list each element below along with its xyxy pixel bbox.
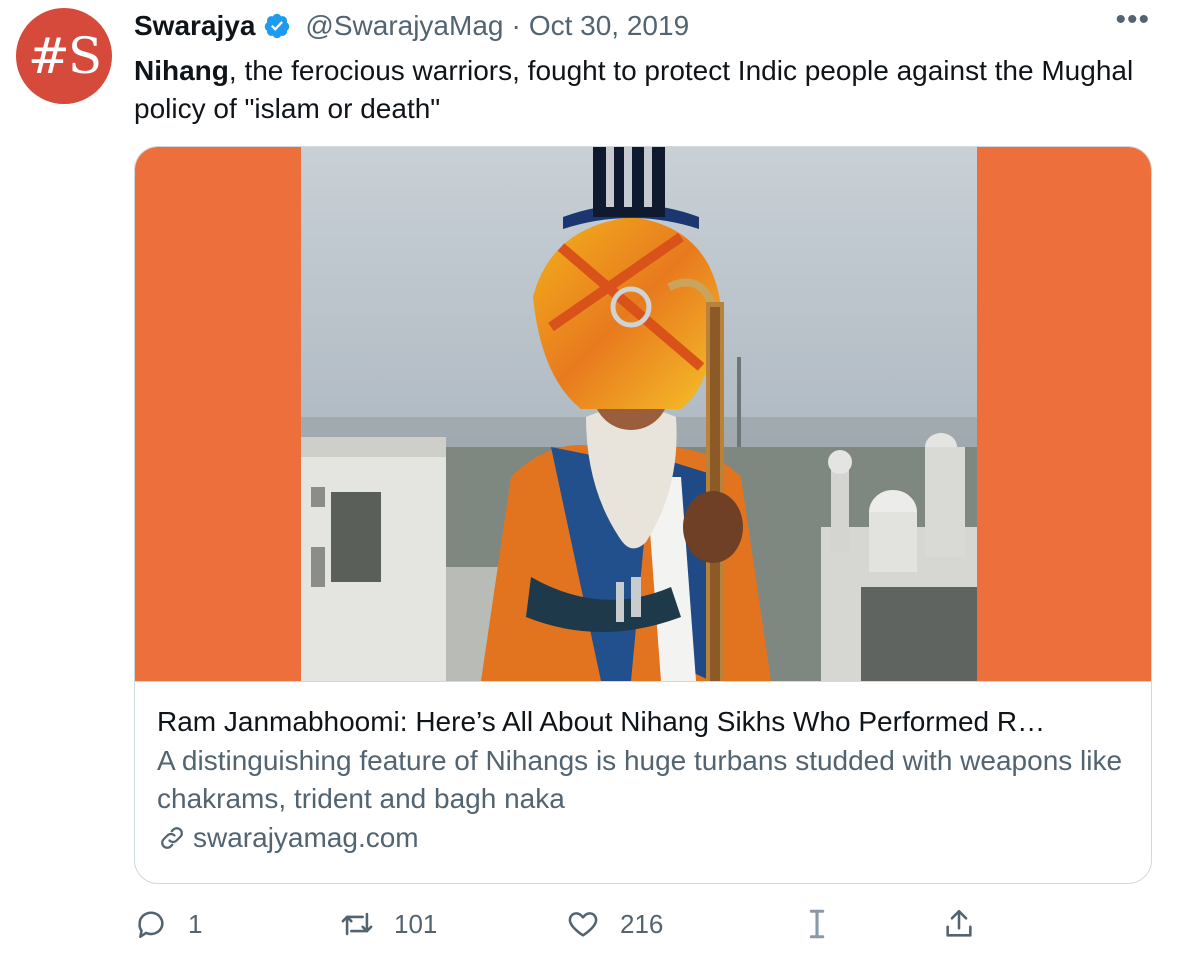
more-options-icon[interactable]: ••• <box>1115 5 1150 35</box>
card-description: A distinguishing feature of Nihangs is h… <box>157 745 1123 814</box>
avatar-logo-text: #S <box>27 27 102 85</box>
reply-icon <box>138 911 164 939</box>
like-button[interactable]: 216 <box>566 900 663 948</box>
card-photo <box>301 147 977 681</box>
card-title: Ram Janmabhoomi: Here’s All About Nihang… <box>157 706 1046 737</box>
reply-button[interactable]: 1 <box>134 900 202 948</box>
tweet-bold-word: Nihang <box>134 55 229 86</box>
share-button[interactable] <box>942 900 976 948</box>
link-icon <box>161 827 183 849</box>
header-separator: · <box>511 10 521 41</box>
tweet-header: Swarajya @SwarajyaMag · Oct 30, 2019 <box>134 8 689 44</box>
analytics-button[interactable] <box>800 900 834 948</box>
share-icon <box>946 909 972 937</box>
retweet-count: 101 <box>394 908 438 939</box>
card-media[interactable] <box>135 147 1151 681</box>
account-name[interactable]: Swarajya <box>134 10 255 42</box>
like-count: 216 <box>620 908 664 939</box>
link-preview-card[interactable]: Ram Janmabhoomi: Here’s All About Nihang… <box>134 146 1152 884</box>
account-handle[interactable]: @SwarajyaMag <box>305 10 503 42</box>
card-domain-text: swarajyamag.com <box>193 822 419 853</box>
verified-badge-icon <box>265 13 290 39</box>
card-body[interactable]: Ram Janmabhoomi: Here’s All About Nihang… <box>135 681 1151 883</box>
profile-avatar[interactable]: #S <box>16 8 112 104</box>
retweet-button[interactable]: 101 <box>340 900 437 948</box>
reply-count: 1 <box>188 908 203 939</box>
analytics-icon <box>809 909 825 939</box>
card-domain: swarajyamag.com <box>157 822 1129 854</box>
like-icon <box>568 912 598 937</box>
tweet-text: Nihang, the ferocious warriors, fought t… <box>134 52 1154 128</box>
tweet-text-body: , the ferocious warriors, fought to prot… <box>134 55 1134 124</box>
tweet-actions: 1 101 216 <box>134 900 1154 948</box>
tweet-date[interactable]: Oct 30, 2019 <box>529 10 689 42</box>
retweet-icon <box>341 912 373 936</box>
